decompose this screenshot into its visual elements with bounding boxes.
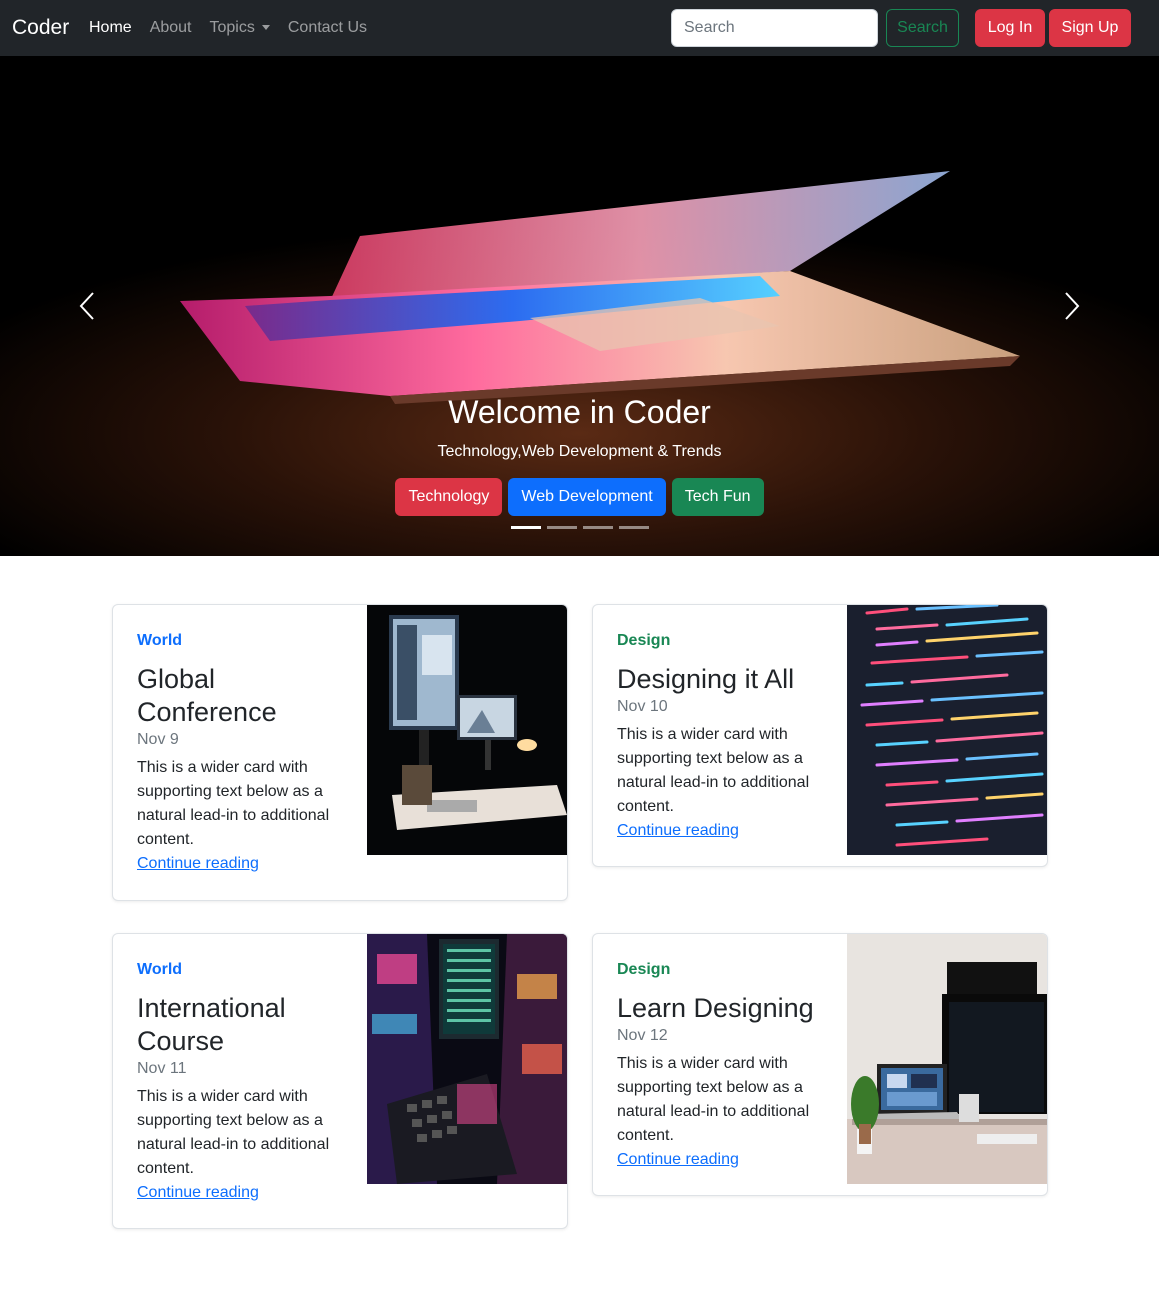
continue-reading-link[interactable]: Continue reading: [617, 1148, 827, 1172]
workspace-icon: [847, 934, 1047, 1184]
card-title: Learn Designing: [617, 993, 814, 1023]
post-card: World Global Conference Nov 9 This is a …: [112, 604, 568, 901]
carousel-indicators: [0, 526, 1159, 529]
card-category: Design: [617, 632, 671, 649]
card-category: World: [137, 632, 183, 649]
login-button[interactable]: Log In: [975, 9, 1045, 47]
carousel-next-button[interactable]: [1052, 286, 1092, 326]
post-card: Design Learn Designing Nov 12 This is a …: [592, 933, 1048, 1196]
carousel-title: Welcome in Coder: [448, 394, 711, 430]
monitor-desk-icon: [367, 605, 567, 855]
card-category: World: [137, 961, 183, 978]
carousel-indicator-3[interactable]: [582, 526, 613, 529]
continue-reading-link[interactable]: Continue reading: [617, 819, 827, 843]
nav-link-topics-label: Topics: [209, 19, 255, 36]
card-date: Nov 9: [137, 731, 179, 748]
carousel-subtitle: Technology,Web Development & Trends: [437, 443, 722, 460]
card-text: This is a wider card with supporting tex…: [617, 726, 810, 815]
card-date: Nov 10: [617, 698, 668, 715]
nav-link-contact[interactable]: Contact Us: [288, 16, 367, 40]
card-body: World Global Conference Nov 9 This is a …: [137, 629, 347, 876]
code-screen-icon: [847, 605, 1047, 855]
card-text: This is a wider card with supporting tex…: [137, 1088, 330, 1177]
signup-button[interactable]: Sign Up: [1049, 9, 1131, 47]
carousel-indicator-2[interactable]: [546, 526, 577, 529]
carousel-caption: Welcome in Coder Technology,Web Developm…: [0, 392, 1159, 462]
carousel-prev-button[interactable]: [67, 286, 107, 326]
brand-logo[interactable]: Coder: [12, 14, 69, 42]
card-title: Designing it All: [617, 664, 795, 694]
card-title: International Course: [137, 993, 286, 1056]
continue-reading-link[interactable]: Continue reading: [137, 1181, 347, 1205]
navbar: Coder Home About Topics Contact Us Searc…: [0, 0, 1159, 56]
card-date: Nov 12: [617, 1027, 668, 1044]
post-card: Design Designing it All Nov 10 This is a…: [592, 604, 1048, 867]
card-title: Global Conference: [137, 664, 277, 727]
continue-reading-link[interactable]: Continue reading: [137, 852, 347, 876]
carousel-indicator-1[interactable]: [510, 526, 541, 529]
nav-link-about[interactable]: About: [150, 16, 192, 40]
web-development-button[interactable]: Web Development: [508, 478, 666, 516]
chevron-left-icon: [79, 292, 94, 320]
post-card: World International Course Nov 11 This i…: [112, 933, 568, 1229]
nav-link-home[interactable]: Home: [89, 16, 132, 40]
technology-button[interactable]: Technology: [395, 478, 503, 516]
card-text: This is a wider card with supporting tex…: [617, 1055, 810, 1144]
card-date: Nov 11: [137, 1060, 187, 1077]
nav-links: Home About Topics Contact Us: [89, 0, 385, 56]
search-input[interactable]: [671, 9, 878, 47]
card-body: World International Course Nov 11 This i…: [137, 958, 347, 1205]
tech-fun-button[interactable]: Tech Fun: [671, 478, 764, 516]
chevron-down-icon: [261, 25, 270, 31]
hero-carousel: Welcome in Coder Technology,Web Developm…: [0, 56, 1159, 556]
carousel-buttons: Technology Web Development Tech Fun: [0, 478, 1159, 516]
card-body: Design Learn Designing Nov 12 This is a …: [617, 958, 827, 1172]
card-text: This is a wider card with supporting tex…: [137, 759, 330, 848]
card-body: Design Designing it All Nov 10 This is a…: [617, 629, 827, 843]
carousel-indicator-4[interactable]: [618, 526, 649, 529]
chevron-right-icon: [1065, 292, 1080, 320]
cyber-city-icon: [367, 934, 567, 1184]
card-category: Design: [617, 961, 671, 978]
search-button[interactable]: Search: [886, 9, 959, 47]
nav-link-topics[interactable]: Topics: [210, 16, 270, 40]
